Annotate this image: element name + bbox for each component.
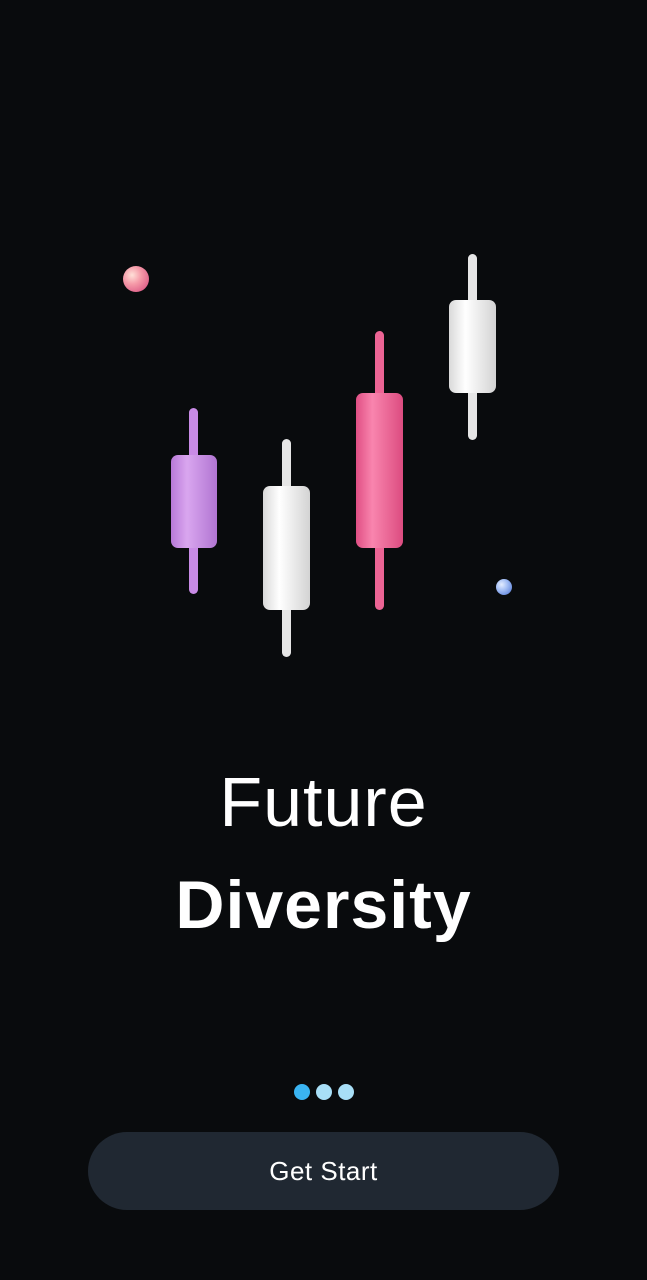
page-dot-1[interactable] [293,1084,310,1100]
pink-orb-icon [123,266,149,292]
candle-white-small-icon [449,254,496,440]
page-dot-2[interactable] [315,1084,332,1100]
blue-orb-icon [496,579,512,595]
candle-pink-icon [356,331,403,610]
get-start-button[interactable]: Get Start [88,1132,559,1210]
onboarding-screen: Future Diversity Get Start [0,0,647,1280]
candlestick-illustration [123,254,512,657]
headline-line-1: Future [219,763,428,841]
candle-white-icon [263,439,310,657]
page-dot-3[interactable] [337,1084,354,1100]
page-indicator [0,1084,647,1100]
headline-line-2: Diversity [175,867,472,943]
candle-purple-icon [171,408,217,594]
